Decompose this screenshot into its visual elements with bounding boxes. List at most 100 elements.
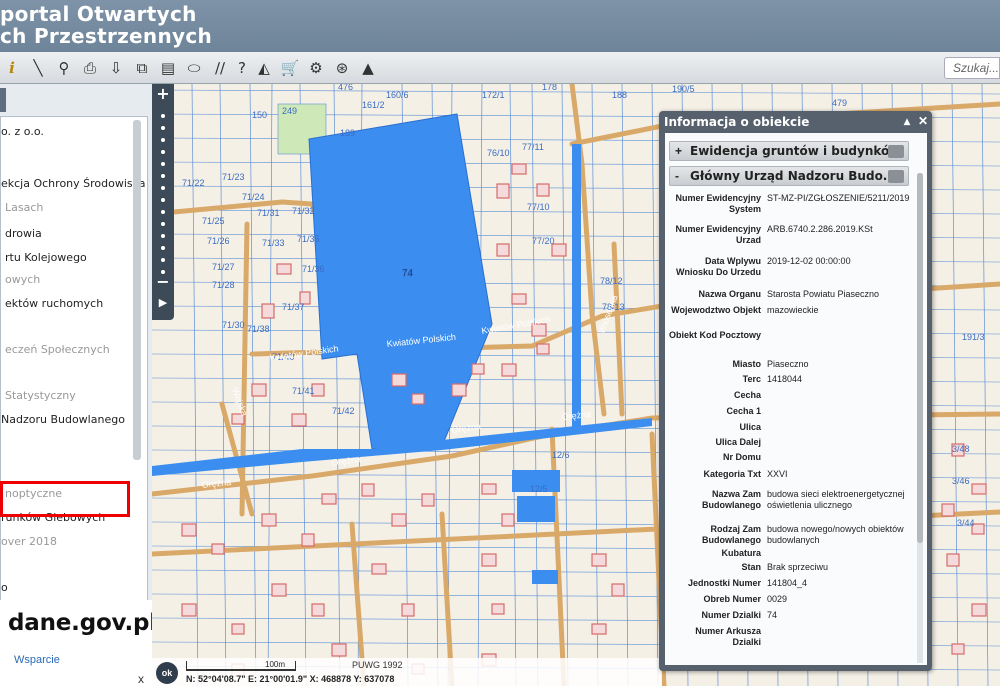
crs-select[interactable]: PUWG 1992: [352, 660, 403, 670]
info-icon[interactable]: i: [2, 58, 22, 78]
building: [181, 603, 197, 617]
support-link[interactable]: Wsparcie: [14, 654, 60, 666]
parcel-label: 71/23: [222, 172, 245, 182]
building: [276, 263, 292, 275]
attribute-key: Cecha 1: [726, 406, 761, 416]
cart-icon[interactable]: 🛒: [280, 58, 300, 78]
attribute-key: Numer Ewidencyjny System: [675, 193, 761, 214]
layer-item[interactable]: ektów ruchomych: [5, 297, 103, 310]
building: [301, 533, 315, 547]
attribute-value: 1418044: [767, 374, 803, 384]
building: [261, 303, 275, 319]
collapse-icon[interactable]: ▴: [904, 114, 910, 128]
layer-item[interactable]: o. z o.o.: [1, 125, 44, 138]
coordinates-readout: N: 52°04'08.7" E: 21°00'01.9" X: 468878 …: [186, 674, 395, 684]
parcel-label: 476: [338, 84, 353, 92]
measure-line-icon[interactable]: ╲: [28, 58, 48, 78]
attribute-value: mazowieckie: [767, 305, 819, 315]
parcel-label: 3/46: [952, 476, 970, 486]
status-bar: ok 100m N: 52°04'08.7" E: 21°00'01.9" X:…: [152, 658, 662, 686]
print-icon[interactable]: [888, 170, 904, 183]
building: [481, 483, 497, 495]
scroll-thumb[interactable]: [917, 173, 923, 543]
mountain-icon[interactable]: ▲: [358, 58, 378, 78]
slash-icon[interactable]: ∕∕: [210, 58, 230, 78]
attribute-value: budowa sieci elektroenergetycznej oświet…: [767, 489, 905, 510]
location-icon[interactable]: ⊛: [332, 58, 352, 78]
dialog-scrollbar[interactable]: [917, 173, 923, 663]
road: [549, 426, 567, 686]
road: [611, 241, 625, 417]
close-icon[interactable]: x: [138, 672, 144, 686]
building: [501, 363, 517, 377]
ok-button[interactable]: ok: [156, 662, 178, 684]
building: [591, 623, 607, 635]
highlighted-parcel: [517, 496, 555, 522]
street-label: Wojska: [230, 386, 249, 417]
street-label: Orężna: [451, 421, 482, 435]
layer-list-scrollbar[interactable]: [133, 120, 141, 460]
layer-item[interactable]: over 2018: [1, 535, 57, 548]
building: [971, 603, 987, 617]
zoom-slider[interactable]: [161, 114, 165, 282]
parcel-label: 78/12: [600, 276, 623, 286]
zoom-in-button[interactable]: +: [152, 84, 174, 103]
attribute-key: Kubatura: [721, 548, 761, 558]
attribute-value: 141804_4: [767, 578, 808, 588]
expand-icon: +: [675, 144, 683, 158]
layer-item[interactable]: o: [1, 581, 8, 594]
building: [421, 493, 435, 507]
attribute-key: Numer Ewidencyjny Urzad: [675, 224, 761, 245]
building: [496, 183, 510, 199]
panel-tab[interactable]: [0, 88, 6, 112]
parcel-boundary: [951, 84, 959, 686]
attribute-value: budowa nowego/nowych obiektów budowlanyc…: [767, 524, 904, 545]
highlighted-parcel: [308, 113, 493, 450]
triangle-icon[interactable]: ◭: [254, 58, 274, 78]
expand-arrow-icon[interactable]: ▶: [156, 296, 170, 310]
parcel-label: 249: [282, 106, 297, 116]
settings-icon[interactable]: ⚙: [306, 58, 326, 78]
layer-item[interactable]: Statystyczny: [5, 389, 76, 402]
search-input[interactable]: Szukaj...: [944, 57, 1000, 79]
attribute-key: Cecha: [733, 390, 761, 400]
parcel-label: 71/38: [247, 324, 270, 334]
highlighted-parcel: [532, 570, 558, 584]
layer-item[interactable]: eczeń Społecznych: [5, 343, 110, 356]
link-icon[interactable]: ⚲: [54, 58, 74, 78]
section-gunb[interactable]: - Główny Urząd Nadzoru Budo...: [669, 166, 909, 186]
attribute-key: Rodzaj Zam Budowlanego: [702, 524, 761, 545]
help-icon[interactable]: ?: [232, 58, 252, 78]
dane-gov-logo[interactable]: dane.gov.pl: [8, 610, 157, 636]
building: [511, 163, 527, 175]
attribute-key: Numer Dzialki: [701, 610, 761, 620]
layer-item[interactable]: rtu Kolejowego: [5, 251, 87, 264]
export-icon[interactable]: ⧉: [132, 58, 152, 78]
highlight-box: [0, 481, 130, 517]
layout-icon[interactable]: ▤: [158, 58, 178, 78]
zoom-out-button[interactable]: −: [152, 272, 174, 291]
street-label: Orężna: [561, 409, 591, 422]
parcel-label: 150: [252, 110, 267, 120]
parcel-boundary: [591, 84, 599, 686]
close-icon[interactable]: ✕: [918, 114, 928, 128]
download-icon[interactable]: ⇩: [106, 58, 126, 78]
print-icon[interactable]: [888, 145, 904, 158]
section-egib[interactable]: + Ewidencja gruntów i budynków: [669, 141, 909, 161]
building: [391, 513, 407, 527]
layer-item[interactable]: drowia: [5, 227, 42, 240]
highlighted-road: [572, 144, 581, 434]
layer-item[interactable]: ekcja Ochrony Środowiska: [1, 177, 146, 190]
layer-item[interactable]: Lasach: [5, 201, 43, 214]
draw-icon[interactable]: ⬭: [184, 58, 204, 78]
parcel-label: 71/32: [292, 206, 315, 216]
road: [239, 221, 250, 517]
layer-item-gunb[interactable]: Nadzoru Budowlanego: [1, 413, 125, 426]
attribute-key: Stan: [741, 562, 761, 572]
logo-strip: dane.gov.pl Wsparcie x: [0, 600, 157, 686]
building: [411, 393, 425, 405]
parcel-label: 160/6: [386, 90, 409, 100]
parcel-label: 71/42: [332, 406, 355, 416]
print-icon[interactable]: ⎙: [80, 58, 100, 78]
layer-item[interactable]: owych: [5, 273, 40, 286]
